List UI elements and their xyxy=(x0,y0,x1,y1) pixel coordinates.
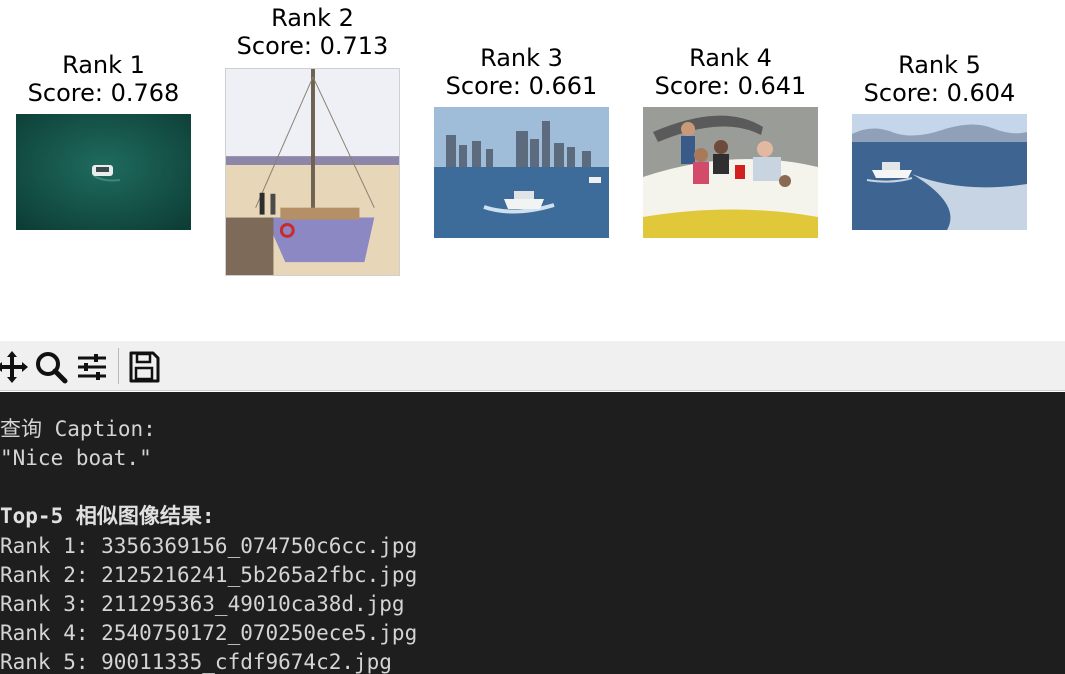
magnifier-icon[interactable] xyxy=(33,349,69,385)
yacht-city-skyline-image xyxy=(434,107,609,238)
result-line: Rank 2: 2125216241_5b265a2fbc.jpg xyxy=(0,563,418,587)
move-arrows-icon[interactable] xyxy=(0,349,30,385)
green-water-boat-image xyxy=(16,114,191,230)
rank-label: Rank 4 xyxy=(689,44,772,72)
figure-canvas: Rank 1 Score: 0.768 Rank 2 Score: 0.713 xyxy=(0,0,1065,341)
sliders-icon[interactable] xyxy=(74,349,110,385)
plot-toolbar xyxy=(0,341,1065,391)
result-line: Rank 5: 90011335_cfdf9674c2.jpg xyxy=(0,650,392,674)
result-line: Rank 3: 211295363_49010ca38d.jpg xyxy=(0,592,405,616)
query-text: "Nice boat." xyxy=(0,446,152,470)
query-header: 查询 Caption: xyxy=(0,417,156,441)
rank-label: Rank 2 xyxy=(271,4,354,32)
result-line: Rank 4: 2540750172_070250ece5.jpg xyxy=(0,621,418,645)
result-line: Rank 1: 3356369156_074750c6cc.jpg xyxy=(0,534,418,558)
score-label: Score: 0.768 xyxy=(27,79,180,107)
score-label: Score: 0.661 xyxy=(445,72,598,100)
people-on-speedboat-image xyxy=(643,107,818,238)
score-label: Score: 0.641 xyxy=(654,72,807,100)
rank-label: Rank 1 xyxy=(62,51,145,79)
floppy-disk-icon[interactable] xyxy=(126,349,162,385)
sailboat-dock-image xyxy=(225,68,400,276)
output-console: 查询 Caption: "Nice boat." Top-5 相似图像结果: R… xyxy=(0,392,1065,674)
score-label: Score: 0.713 xyxy=(236,32,389,60)
rank-label: Rank 3 xyxy=(480,44,563,72)
score-label: Score: 0.604 xyxy=(863,79,1016,107)
toolbar-separator xyxy=(118,348,119,384)
rank-label: Rank 5 xyxy=(898,51,981,79)
motorboat-wake-image xyxy=(852,114,1027,230)
results-header: Top-5 相似图像结果: xyxy=(0,504,215,528)
